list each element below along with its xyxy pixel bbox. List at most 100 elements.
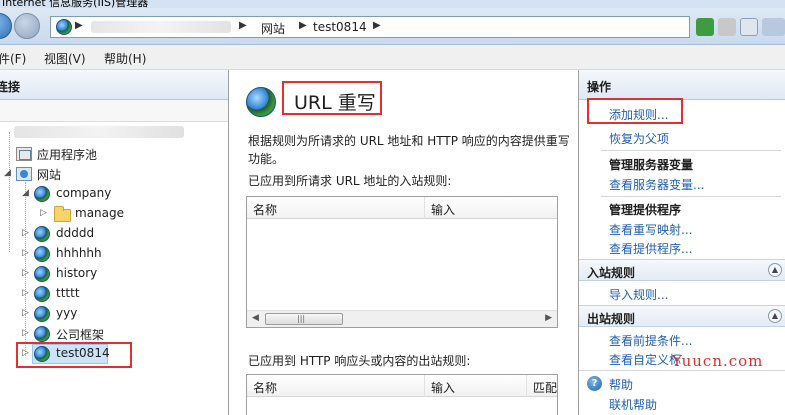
back-button[interactable] (0, 13, 12, 39)
expand-arrow-icon[interactable]: ◢ (4, 168, 11, 178)
menu-view[interactable]: 视图(V) (44, 50, 86, 67)
collapse-arrow-icon[interactable]: ▷ (22, 308, 29, 318)
column-header-match[interactable]: 匹配 (527, 375, 559, 397)
grid-header: 名称 输入 匹配 (247, 375, 557, 397)
feature-page: URL 重写 根据规则为所请求的 URL 地址和 HTTP 响应的内容提供重写功… (232, 70, 575, 415)
expand-arrow-icon[interactable]: ◢ (22, 188, 29, 198)
tree-item-site[interactable]: ▷ hhhhhh (0, 244, 228, 264)
connections-panel: 连接 应用程序池 ◢ 网站 ◢ company ▷ manage ▷ ddddd… (0, 70, 229, 415)
collapse-icon[interactable]: ▲ (768, 309, 782, 323)
globe-icon (34, 306, 50, 322)
providers-heading: 管理提供程序 (609, 203, 682, 217)
globe-icon (34, 286, 50, 302)
collapse-arrow-icon[interactable]: ▷ (22, 288, 29, 298)
view-preconditions-link[interactable]: 查看前提条件... (609, 332, 692, 349)
watermark-text: Yuucn.com (672, 352, 764, 370)
title-bar: Internet 信息服务(IIS)管理器 (0, 0, 785, 8)
column-header-name[interactable]: 名称 (247, 197, 425, 219)
collapse-arrow-icon[interactable]: ▷ (22, 268, 29, 278)
inbound-rules-grid[interactable]: 名称 输入 ◀ ||| ▶ (246, 196, 558, 328)
view-rewrite-maps-link[interactable]: 查看重写映射... (609, 221, 692, 238)
blurred-server-name (91, 21, 231, 33)
window-title: Internet 信息服务(IIS)管理器 (2, 0, 149, 8)
tree-item-site[interactable]: ▷ ddddd (0, 224, 228, 244)
tree-item-label: hhhhhh (56, 246, 102, 260)
scroll-left-icon[interactable]: ◀ (252, 313, 259, 323)
tree-item-label: history (56, 266, 98, 280)
refresh-icon[interactable] (696, 18, 714, 36)
server-variables-heading: 管理服务器变量 (609, 158, 694, 172)
column-header-input[interactable]: 输入 (425, 197, 557, 219)
tree-item-site[interactable]: ▷ yyy (0, 304, 228, 324)
tree-item-site[interactable]: ◢ company (0, 184, 228, 204)
collapse-arrow-icon[interactable]: ▷ (22, 328, 29, 338)
home-icon[interactable] (740, 18, 758, 36)
grid-header: 名称 输入 (247, 197, 557, 219)
tree-item-sites[interactable]: ◢ 网站 (0, 164, 228, 184)
collapse-arrow-icon[interactable]: ▷ (40, 208, 47, 218)
inbound-rules-label: 已应用到所请求 URL 地址的入站规则: (248, 174, 452, 188)
connections-title: 连接 (0, 80, 21, 94)
feature-description: 根据规则为所请求的 URL 地址和 HTTP 响应的内容提供重写功能。 (248, 134, 570, 166)
tree-item-label: 应用程序池 (37, 148, 98, 162)
tree-root[interactable] (0, 122, 228, 142)
globe-icon (34, 246, 50, 262)
globe-icon (34, 226, 50, 242)
collapse-icon[interactable]: ▲ (768, 263, 782, 277)
inbound-rules-section[interactable]: 入站规则 ▲ (579, 259, 785, 281)
tree-item-site[interactable]: ▷ ttttt (0, 284, 228, 304)
chevron-right-icon[interactable]: ▶ (373, 20, 381, 31)
actions-title: 操作 (587, 80, 612, 94)
tree-item-app-pools[interactable]: 应用程序池 (0, 144, 228, 164)
tree-item-label: ddddd (56, 226, 95, 240)
tree-item-label: ttttt (56, 286, 80, 300)
divider (579, 370, 785, 371)
help-icon: ? (587, 376, 602, 391)
outbound-rules-grid[interactable]: 名称 输入 匹配 (246, 374, 558, 415)
app-pool-icon (16, 147, 32, 161)
column-header-name[interactable]: 名称 (247, 375, 425, 397)
address-bar-area: ▶ ▶ 网站 ▶ test0814 ▶ (0, 8, 785, 45)
tree-item-site[interactable]: ▷ history (0, 264, 228, 284)
view-server-variables-link[interactable]: 查看服务器变量... (609, 176, 704, 193)
chevron-right-icon[interactable]: ▶ (75, 20, 83, 31)
outbound-rules-section[interactable]: 出站规则 ▲ (579, 305, 785, 327)
collapse-arrow-icon[interactable]: ▷ (22, 248, 29, 258)
help-toolbar-icon[interactable] (762, 18, 785, 36)
stop-icon[interactable] (718, 18, 736, 36)
scroll-right-icon[interactable]: ▶ (545, 313, 552, 323)
tree-item-site[interactable]: ▷ 公司框架 (0, 324, 228, 344)
menu-file[interactable]: 文件(F) (0, 50, 26, 67)
forward-button[interactable] (14, 13, 40, 39)
section-title: 出站规则 (587, 312, 636, 326)
divider (601, 150, 781, 151)
globe-icon (56, 19, 72, 35)
revert-to-parent-link[interactable]: 恢复为父项 (609, 130, 669, 147)
breadcrumb-sites[interactable]: 网站 (261, 20, 285, 37)
tree-item-label: 公司框架 (56, 328, 105, 342)
view-custom-tags-link[interactable]: 查看自定义标 (609, 351, 681, 368)
actions-header: 操作 (579, 70, 785, 100)
tree-item-folder[interactable]: ▷ manage (0, 204, 228, 224)
connections-header: 连接 (0, 70, 228, 100)
column-header-input[interactable]: 输入 (425, 375, 527, 397)
globe-icon (34, 326, 50, 342)
section-title: 入站规则 (587, 266, 636, 280)
globe-icon (34, 186, 50, 202)
collapse-arrow-icon[interactable]: ▷ (22, 228, 29, 238)
menu-help[interactable]: 帮助(H) (104, 50, 146, 67)
highlight-box (16, 342, 132, 368)
connections-toolbar (0, 100, 228, 122)
breadcrumb-site[interactable]: test0814 (313, 20, 367, 34)
chevron-right-icon[interactable]: ▶ (239, 20, 247, 31)
chevron-right-icon[interactable]: ▶ (299, 20, 307, 31)
view-providers-link[interactable]: 查看提供程序... (609, 240, 692, 257)
horizontal-scrollbar[interactable]: ◀ ||| ▶ (247, 310, 557, 327)
address-box[interactable]: ▶ ▶ 网站 ▶ test0814 ▶ (50, 16, 690, 38)
import-rules-link[interactable]: 导入规则... (609, 286, 668, 303)
grip-icon: ||| (297, 314, 306, 323)
online-help-link[interactable]: 联机帮助 (609, 396, 657, 413)
help-link[interactable]: 帮助 (609, 376, 633, 393)
blurred-server-name (14, 126, 184, 138)
globe-icon (34, 266, 50, 282)
